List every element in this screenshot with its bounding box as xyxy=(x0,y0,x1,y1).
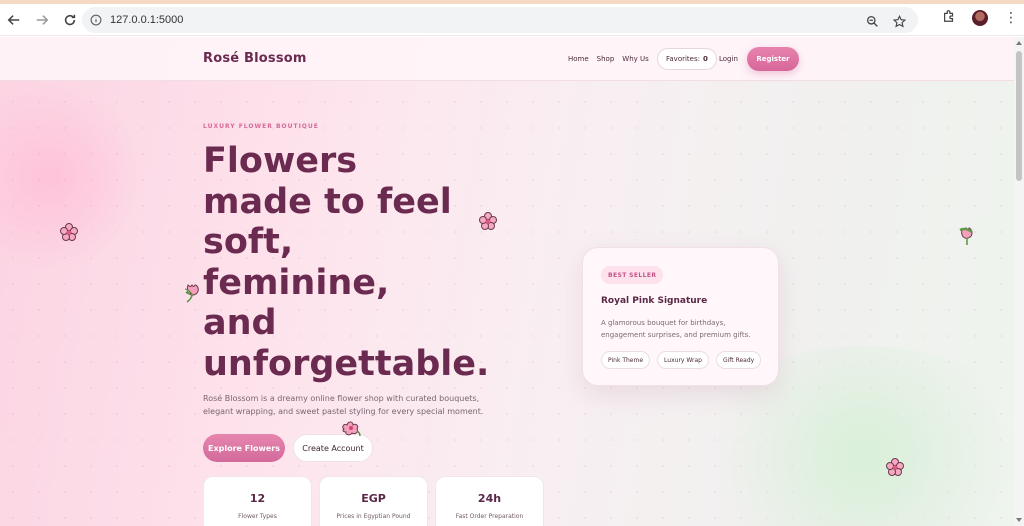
headline-line: soft, xyxy=(203,222,294,262)
browser-toolbar: 127.0.0.1:5000 ⋮ xyxy=(0,4,1024,36)
tag-pill: Luxury Wrap xyxy=(657,351,709,369)
brand-logo[interactable]: Rosé Blossom xyxy=(203,51,307,66)
main-nav: Home Shop Why Us xyxy=(568,55,649,63)
forward-arrow-icon[interactable] xyxy=(28,6,56,34)
zoom-icon[interactable] xyxy=(866,13,879,32)
nav-shop[interactable]: Shop xyxy=(597,55,615,63)
featured-card[interactable]: BEST SELLER Royal Pink Signature A glamo… xyxy=(582,247,779,386)
tag-pill: Pink Theme xyxy=(601,351,651,369)
site-header: Rosé Blossom Home Shop Why Us Favorites:… xyxy=(0,37,1014,81)
url-text[interactable]: 127.0.0.1:5000 xyxy=(110,14,183,26)
scroll-down-arrow-icon[interactable] xyxy=(1016,518,1022,522)
star-icon[interactable] xyxy=(892,13,907,32)
flower-icon xyxy=(478,211,498,231)
profile-avatar[interactable] xyxy=(972,9,988,26)
favorites-count: 0 xyxy=(702,55,708,63)
reload-icon[interactable] xyxy=(56,6,84,34)
back-arrow-icon[interactable] xyxy=(0,6,28,34)
explore-flowers-button[interactable]: Explore Flowers xyxy=(203,434,285,462)
headline-line: and xyxy=(203,303,277,343)
headline-line: unforgettable. xyxy=(203,343,490,384)
register-button[interactable]: Register xyxy=(747,47,799,71)
scrollbar-thumb[interactable] xyxy=(1016,51,1022,181)
scroll-up-arrow-icon[interactable] xyxy=(1016,41,1022,45)
favorites-button[interactable]: Favorites: 0 xyxy=(657,48,717,70)
page-scrollbar[interactable] xyxy=(1014,37,1024,526)
extensions-icon[interactable] xyxy=(942,8,956,27)
address-bar[interactable]: 127.0.0.1:5000 xyxy=(82,7,918,33)
tag-pill: Gift Ready xyxy=(715,351,762,369)
nav-why-us[interactable]: Why Us xyxy=(622,55,649,63)
menu-kebab-icon[interactable]: ⋮ xyxy=(1004,11,1018,25)
headline-line: feminine, xyxy=(203,262,390,303)
flower-icon xyxy=(885,457,905,477)
stat-value: 12 xyxy=(249,492,266,505)
nav-home[interactable]: Home xyxy=(568,55,589,63)
stat-label: Fast Order Preparation xyxy=(455,513,524,520)
page-viewport: Rosé Blossom Home Shop Why Us Favorites:… xyxy=(0,37,1024,526)
hero-headline: Flowers made to feel soft, feminine, and… xyxy=(203,141,523,384)
featured-description: A glamorous bouquet for birthdays, engag… xyxy=(601,319,751,339)
hibiscus-icon xyxy=(340,419,362,437)
headline-line: made to feel xyxy=(203,181,452,222)
stat-card: 24h Fast Order Preparation xyxy=(435,476,544,526)
tulip-icon xyxy=(958,226,976,246)
stat-label: Prices in Egyptian Pound xyxy=(336,513,411,520)
headline-line: Flowers xyxy=(203,141,358,181)
stat-value: EGP xyxy=(361,492,386,505)
login-link[interactable]: Login xyxy=(719,55,738,63)
stat-label: Flower Types xyxy=(238,513,277,520)
stat-value: 24h xyxy=(477,492,502,505)
tulip-icon xyxy=(183,283,201,303)
favorites-label: Favorites: xyxy=(666,55,700,63)
hero-eyebrow: LUXURY FLOWER BOUTIQUE xyxy=(203,123,319,130)
create-account-button[interactable]: Create Account xyxy=(293,434,373,462)
info-icon[interactable] xyxy=(82,14,110,26)
featured-title: Royal Pink Signature xyxy=(601,296,708,306)
featured-tags: Pink Theme Luxury Wrap Gift Ready xyxy=(601,351,762,369)
hero-description: Rosé Blossom is a dreamy online flower s… xyxy=(203,394,484,416)
stat-card: 12 Flower Types xyxy=(203,476,312,526)
best-seller-badge: BEST SELLER xyxy=(601,266,664,284)
flower-icon xyxy=(59,222,79,242)
stat-card: EGP Prices in Egyptian Pound xyxy=(319,476,428,526)
